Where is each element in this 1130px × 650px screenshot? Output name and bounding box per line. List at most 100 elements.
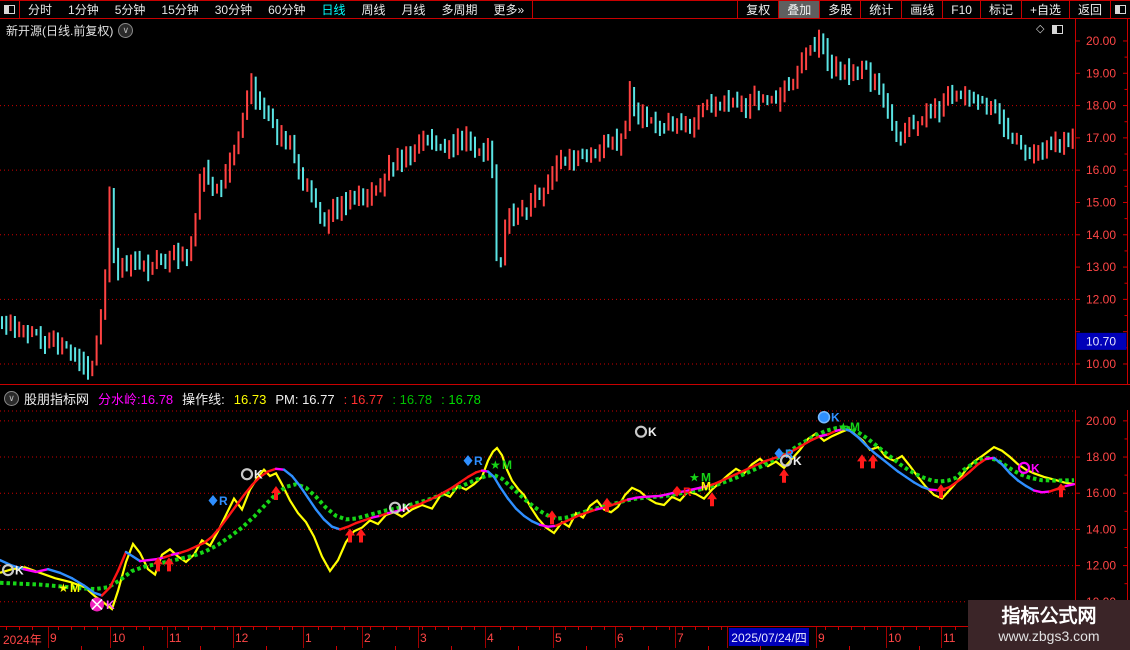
direction-line-segment (498, 485, 510, 500)
circle-k-marker (634, 425, 648, 438)
date-tick (370, 627, 371, 630)
date-tick (331, 627, 332, 630)
date-tick (539, 627, 540, 630)
date-bottom-tick (849, 646, 850, 650)
price-axis-label: 12.00 (1086, 292, 1116, 306)
buy-arrow-marker (779, 468, 789, 483)
month-separator (303, 627, 304, 648)
date-bottom-tick (760, 646, 761, 650)
window-pane-icon (1115, 5, 1126, 14)
action-button-F10[interactable]: F10 (942, 1, 980, 18)
action-button-+自选[interactable]: +自选 (1020, 1, 1069, 18)
indicator-axis-label: 20.00 (1086, 414, 1116, 428)
period-item-30分钟[interactable]: 30分钟 (207, 1, 260, 18)
date-tick (253, 627, 254, 630)
action-button-叠加[interactable]: 叠加 (778, 1, 820, 18)
top-toolbar: 分时 1分钟 5分钟 15分钟 30分钟 60分钟 日线 周线 月线 多周期 更多» 复权 叠加 多股统… (0, 0, 1130, 19)
direction-line-segment (186, 545, 198, 552)
window-pane-button[interactable] (1110, 1, 1130, 18)
chevron-down-icon[interactable]: ∨ (4, 390, 19, 406)
period-item-更多»[interactable]: 更多» (486, 1, 533, 18)
date-tick (929, 627, 930, 630)
indicator-chart-canvas[interactable]: K★ MKRKKR ★ MKR★ MMRKK★ MK20.0018.0016.0014.0… (0, 410, 1130, 626)
date-bottom-tick (586, 646, 587, 650)
date-tick (877, 627, 878, 630)
month-separator (553, 627, 554, 648)
date-tick (318, 627, 319, 630)
month-separator (418, 627, 419, 648)
action-button-标记[interactable]: 标记 (979, 1, 1021, 18)
direction-line-segment (514, 507, 526, 518)
date-tick (409, 627, 410, 630)
direction-line-segment (178, 549, 190, 555)
marker-k-label: K (15, 564, 24, 578)
date-tick (656, 627, 657, 630)
current-date-badge: 2025/07/24/四 (729, 628, 809, 646)
direction-line-segment (522, 514, 534, 523)
direction-line-segment (578, 511, 590, 517)
period-item-1分钟[interactable]: 1分钟 (60, 1, 107, 18)
chevron-down-icon[interactable]: ∨ (118, 23, 134, 38)
action-button-复权[interactable]: 复权 (737, 1, 778, 18)
buy-arrow-marker (868, 454, 878, 469)
direction-line-segment (554, 520, 566, 527)
month-label-9: 9 (818, 631, 825, 645)
star-icon: ★ (689, 470, 700, 484)
period-item-5分钟[interactable]: 5分钟 (107, 1, 154, 18)
marker-k-label: K (106, 598, 115, 612)
period-item-60分钟[interactable]: 60分钟 (260, 1, 313, 18)
period-item-15分钟[interactable]: 15分钟 (153, 1, 206, 18)
maximize-pane-icon[interactable] (1052, 25, 1064, 34)
direction-line-segment (330, 525, 342, 531)
date-tick (149, 627, 150, 630)
indicator-source-label: 股朋指标网 (24, 391, 90, 407)
date-bottom-tick (200, 646, 201, 650)
window-split-icon (4, 5, 15, 14)
month-label-10: 10 (112, 631, 126, 645)
period-item-周线[interactable]: 周线 (353, 1, 393, 18)
direction-line-segment (131, 555, 142, 563)
direction-line-segment (322, 518, 334, 528)
action-button-统计[interactable]: 统计 (860, 1, 901, 18)
period-item-月线[interactable]: 月线 (394, 1, 434, 18)
main-candle-chart-canvas[interactable]: 20.00 19.00 18.00 17.00 16.00 15.00 14.00 13.00… (0, 19, 1130, 384)
direction-line-segment (714, 478, 726, 485)
marker-k-label: K (793, 454, 802, 468)
direction-line-segment (754, 460, 766, 467)
year-label: 2024年 (3, 633, 42, 647)
action-button-返回[interactable]: 返回 (1068, 1, 1110, 18)
action-button-画线[interactable]: 画线 (901, 1, 942, 18)
month-label-3: 3 (420, 631, 427, 645)
direction-line-segment (506, 497, 518, 510)
date-tick (201, 627, 202, 630)
marker-k-label: K (402, 501, 411, 515)
date-tick (383, 627, 384, 630)
date-tick (565, 627, 566, 630)
date-tick (84, 627, 85, 630)
date-tick (604, 627, 605, 630)
price-axis-label: 15.00 (1086, 195, 1116, 209)
indicator-field-0: 分水岭:16.78 (98, 391, 174, 407)
date-axis[interactable]: 2024年 2025/07/24/四 9 10 11 12 1 2 3 4 5 6 7 9 10 11 (0, 627, 1130, 650)
price-axis-label: 18.00 (1086, 99, 1116, 113)
direction-line-segment (586, 508, 598, 514)
diamond-marker-icon[interactable]: ◇ (1036, 24, 1044, 35)
watermark-box: 指标公式网 www.zbgs3.com (968, 600, 1130, 650)
direction-line-segment (1064, 482, 1076, 488)
direction-line-segment (274, 467, 286, 471)
period-item-日线[interactable]: 日线 (313, 1, 353, 18)
panel-divider-line (0, 384, 1130, 385)
action-button-多股[interactable]: 多股 (819, 1, 860, 18)
marker-r-label: R (474, 454, 483, 468)
period-item-分时[interactable]: 分时 (20, 1, 60, 18)
date-tick (266, 627, 267, 630)
date-tick (500, 627, 501, 630)
date-tick (474, 627, 475, 630)
month-label-6: 6 (617, 631, 624, 645)
direction-line-segment (138, 558, 150, 563)
date-tick (708, 627, 709, 630)
window-split-button[interactable] (0, 1, 20, 18)
date-tick (851, 627, 852, 630)
period-item-多周期[interactable]: 多周期 (434, 1, 486, 18)
